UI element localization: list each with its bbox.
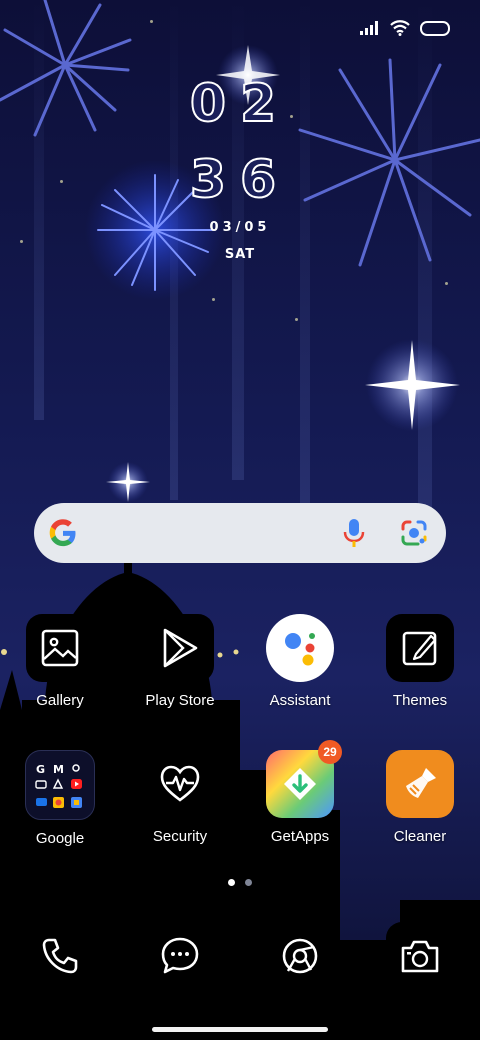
home-screen-row: Gallery Play Store Assistant Themes (0, 614, 480, 709)
voice-search-icon[interactable] (342, 518, 366, 548)
browser-icon[interactable] (266, 922, 334, 990)
svg-text:G: G (36, 763, 45, 776)
gesture-navigation-bar[interactable] (152, 1027, 328, 1032)
messages-icon[interactable] (146, 922, 214, 990)
clock-widget[interactable]: 02 36 03/05 SAT (0, 74, 480, 262)
clock-day: SAT (224, 247, 256, 262)
google-logo-icon (49, 519, 76, 547)
page-dot-active[interactable] (228, 879, 235, 886)
app-label: Security (152, 828, 208, 845)
wifi-icon (390, 20, 410, 36)
page-dot[interactable] (245, 879, 252, 886)
battery-icon (420, 20, 450, 36)
security-icon[interactable] (146, 750, 214, 818)
google-lens-icon[interactable] (400, 519, 428, 547)
assistant-icon[interactable] (266, 614, 334, 682)
dock-camera[interactable] (360, 922, 480, 990)
dock-messages[interactable] (120, 922, 240, 990)
dock-browser[interactable] (240, 922, 360, 990)
app-label: Google (35, 830, 85, 847)
page-indicator[interactable] (0, 879, 480, 886)
app-label: Play Store (145, 692, 215, 709)
themes-icon[interactable] (386, 614, 454, 682)
clock-date: 03/05 (209, 220, 271, 235)
app-security[interactable]: Security (120, 750, 240, 847)
app-cleaner[interactable]: Cleaner (360, 750, 480, 847)
dock-phone[interactable] (0, 922, 120, 990)
app-gallery[interactable]: Gallery (0, 614, 120, 709)
app-label: Assistant (269, 692, 331, 709)
app-getapps[interactable]: 29 GetApps (240, 740, 360, 847)
notification-badge: 29 (318, 740, 342, 764)
clock-minutes: 36 (189, 150, 291, 210)
app-play-store[interactable]: Play Store (120, 614, 240, 709)
svg-text:M: M (53, 763, 64, 776)
app-label: Cleaner (393, 828, 447, 845)
google-folder-icon[interactable]: G M (25, 750, 95, 820)
home-screen-row: G M Google Security 29 GetApps Cleaner (0, 740, 480, 847)
gallery-icon[interactable] (26, 614, 94, 682)
app-label: GetApps (270, 828, 330, 845)
signal-icon (360, 21, 378, 35)
getapps-icon[interactable]: 29 (266, 740, 342, 818)
play-store-icon[interactable] (146, 614, 214, 682)
google-search-bar[interactable] (34, 503, 446, 563)
app-label: Themes (392, 692, 448, 709)
app-label: Gallery (36, 692, 84, 709)
dock (0, 922, 480, 990)
cleaner-icon[interactable] (386, 750, 454, 818)
app-themes[interactable]: Themes (360, 614, 480, 709)
clock-hours: 02 (189, 74, 291, 134)
folder-google[interactable]: G M Google (0, 750, 120, 847)
camera-icon[interactable] (386, 922, 454, 990)
app-assistant[interactable]: Assistant (240, 614, 360, 709)
phone-icon[interactable] (26, 922, 94, 990)
status-bar (360, 18, 450, 38)
